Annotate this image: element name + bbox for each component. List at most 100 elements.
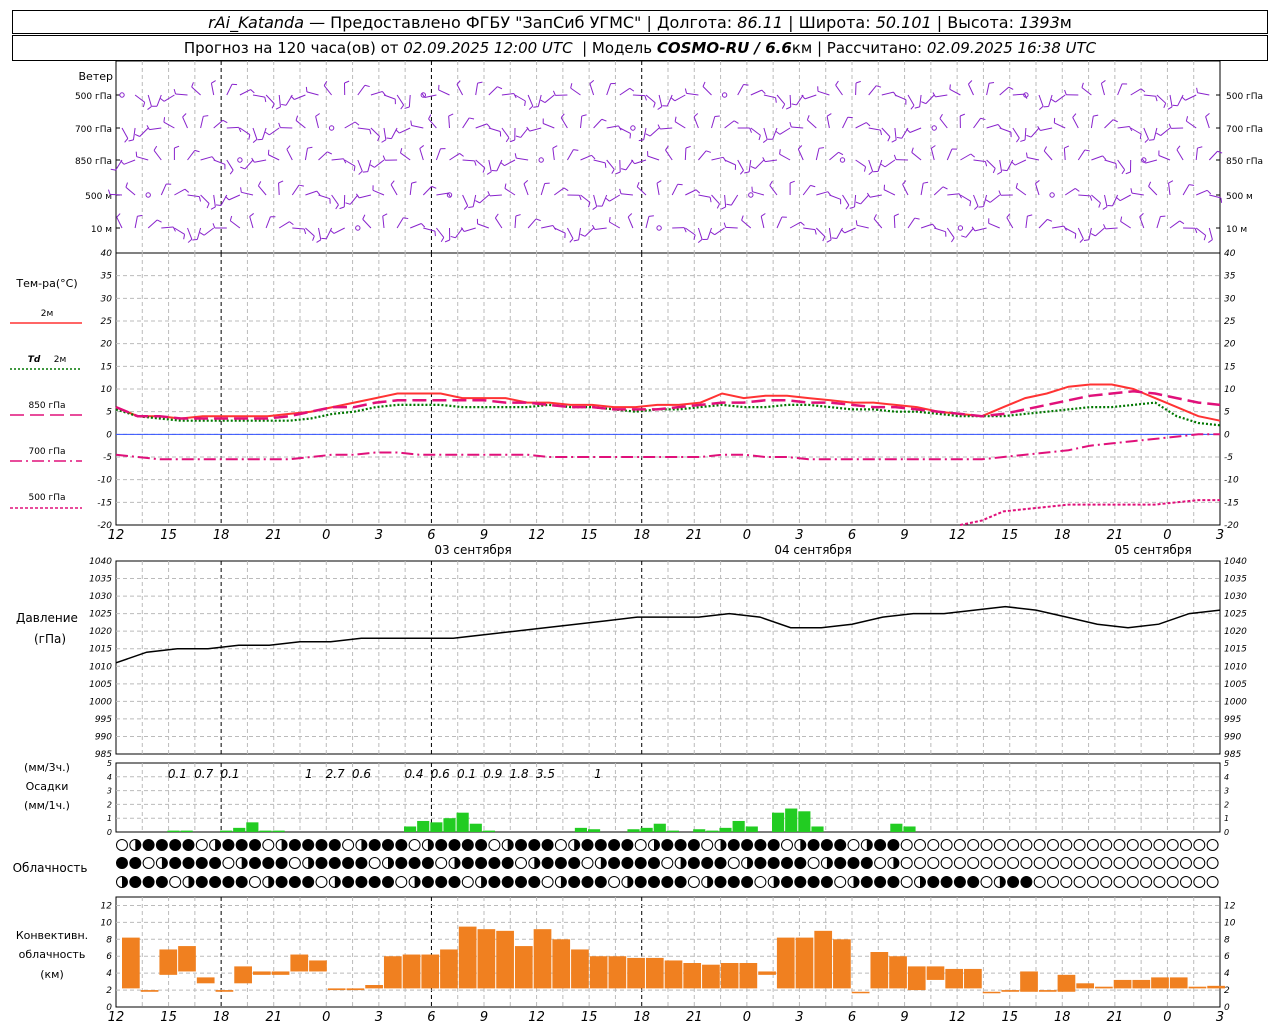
cloud-cover-icon [408,839,421,851]
wind-barb [1160,127,1171,136]
wind-barb [881,91,894,96]
wind-barb-flag [1168,123,1172,129]
wind-barb-flag [1098,202,1101,208]
cloud-cover-icon [953,839,966,851]
wind-barb-flag [674,116,677,122]
wind-barb [1038,94,1044,107]
wind-barb-flag [791,103,797,106]
press-y-label-right: 1025 [1224,610,1247,620]
wind-barb-flag [615,171,621,175]
wind-barb [566,149,574,161]
wind-barb-flag [381,139,387,143]
wind-barb-flag [1203,235,1207,241]
wind-barb-flag [818,147,825,149]
cloud-cover-icon [554,857,567,869]
wind-barb [769,185,778,196]
wind-barb-flag [733,120,739,124]
conv-x-tick-label: 21 [686,1010,703,1024]
wind-barb-flag [769,180,773,186]
press-y-label-left: 1025 [89,610,112,620]
wind-barb-flag [174,145,180,149]
wind-barb-flag [440,237,445,243]
precip-y-label-right: 5 [1224,759,1229,768]
wind-barb [325,227,333,240]
wind-barb [1104,119,1114,129]
wind-barb [210,83,215,96]
wind-barb [203,227,215,236]
temp-y-label-right: 15 [1224,362,1236,372]
cloud-cover-icon [475,839,488,851]
wind-barb-flag [1181,96,1186,101]
cloud-cover-fill [507,839,514,851]
cloud-cover-icon [927,839,940,851]
wind-barb-flag [358,170,363,175]
convective-bar [159,949,178,975]
convective-bar [309,960,327,972]
cloud-cover-icon [727,839,740,851]
wind-barb [1030,127,1040,138]
wind-barb [514,215,517,229]
cloud-cover-icon [169,857,182,869]
temp-y-label-right: 0 [1224,430,1230,440]
wind-barb-flag [741,215,744,221]
convective-bar [645,957,664,989]
wind-barb-flag [1015,182,1018,189]
cloud-cover-icon [435,876,448,888]
cloud-cover-icon [1033,857,1046,869]
wind-barb [1012,93,1025,96]
temp-y-label-left: -10 [97,476,112,486]
wind-barb [1182,184,1190,196]
cloud-cover-icon [953,876,966,888]
wind-barb [333,227,345,234]
wind-barb [974,227,987,232]
wind-barb [854,194,857,207]
wind-barb [817,90,830,96]
wind-calm-mark [237,157,243,163]
wind-barb-flag [172,226,176,232]
wind-barb [1024,127,1027,141]
cloud-cover-icon [461,857,474,869]
convective-bar [571,949,589,989]
press-y-label-left: 1015 [89,645,112,655]
wind-barb-flag [581,114,587,117]
wind-barb-flag [1196,87,1199,93]
wind-barb [619,127,631,134]
cloud-cover-icon [249,876,261,888]
cloud-cover-icon [648,857,660,869]
cloud-cover-icon [1206,857,1219,869]
date-label: 04 сентября [774,543,851,557]
cloud-cover-icon [302,876,315,888]
cloud-cover-fill [707,876,713,888]
wind-barb-flag [364,84,370,88]
wind-barb [999,86,1010,96]
cloud-cover-icon [1020,839,1033,851]
wind-barb [935,94,948,98]
wind-barb [161,226,174,229]
wind-barb [1077,149,1086,161]
wind-barb [1095,227,1105,237]
wind-barb [132,127,136,140]
wind-barb-flag [1079,238,1084,243]
cloud-cover-icon [541,839,554,851]
wind-barb [357,127,370,130]
wind-barb [920,223,933,229]
cloud-cover-icon [209,876,222,888]
wind-barb-flag [873,214,877,220]
wind-barb-flag [400,147,403,154]
wind-calm-mark [957,225,964,231]
cloud-cover-fill [920,876,926,888]
wind-barb-flag [1043,146,1047,152]
temp-x-tick-label: 0 [322,528,330,543]
cloud-cover-icon [288,839,301,851]
wind-barb [544,94,555,103]
wind-barb-flag [720,206,726,210]
wind-barb-flag [1027,214,1033,217]
wind-calm-mark [119,92,125,98]
convective-bar [1188,986,1207,989]
wind-barb-flag [670,97,676,102]
precip-bar [482,830,495,832]
wind-calm-mark [328,125,335,131]
cloud-cover-icon [554,839,567,851]
cloud-cover-icon [475,857,488,869]
wind-barb [883,189,896,196]
